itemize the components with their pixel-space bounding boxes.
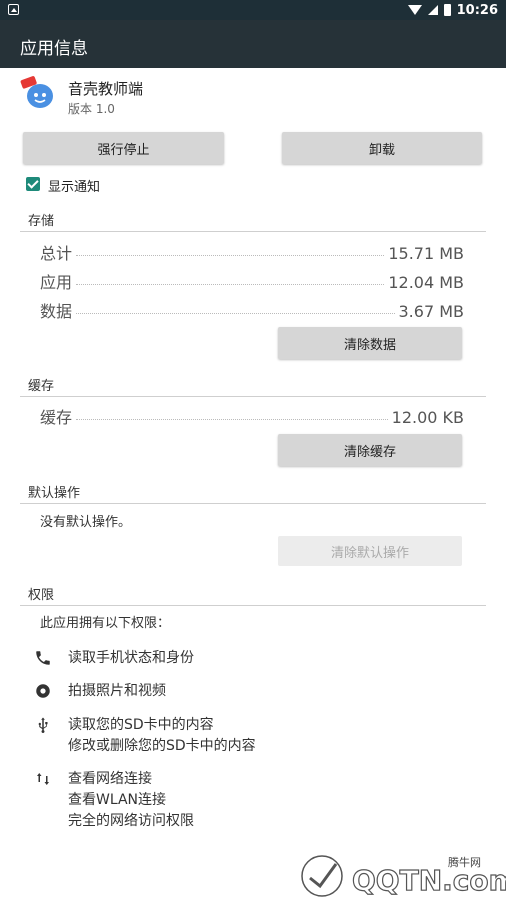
- watermark-text: 腾牛网: [448, 856, 481, 869]
- permission-text: 读取手机状态和身份: [68, 650, 194, 666]
- storage-total-value: 15.71 MB: [388, 244, 464, 263]
- clear-cache-button[interactable]: 清除缓存: [278, 434, 462, 466]
- show-notifications-checkbox[interactable]: [26, 177, 40, 191]
- camera-icon: [34, 682, 52, 700]
- leader-dots: [76, 313, 395, 314]
- cache-value: 12.00 KB: [391, 408, 464, 427]
- page-title: 应用信息: [20, 39, 88, 59]
- status-bar-indicators: 10:26: [407, 0, 498, 20]
- leader-dots: [76, 255, 385, 256]
- status-time: 10:26: [456, 2, 498, 18]
- storage-data-label: 数据: [40, 302, 73, 321]
- uninstall-button[interactable]: 卸载: [282, 132, 482, 164]
- battery-icon: [443, 4, 451, 16]
- permission-line: 读取您的SD卡中的内容: [68, 717, 214, 733]
- app-name: 音壳教师端: [68, 80, 144, 98]
- clear-data-button[interactable]: 清除数据: [278, 327, 462, 359]
- permissions-intro: 此应用拥有以下权限：: [40, 616, 171, 631]
- storage-total-label: 总计: [40, 244, 73, 263]
- force-stop-button[interactable]: 强行停止: [23, 132, 224, 164]
- app-bar: 应用信息: [0, 20, 506, 68]
- notification-image-icon: [8, 4, 19, 15]
- permission-line: 查看WLAN连接: [68, 792, 167, 808]
- storage-app-label: 应用: [40, 273, 73, 292]
- storage-row-total: 总计 15.71 MB: [40, 240, 464, 264]
- phone-icon: [34, 649, 52, 667]
- permissions-divider: [20, 605, 486, 606]
- storage-app-value: 12.04 MB: [388, 273, 464, 292]
- permission-text: 读取您的SD卡中的内容 修改或删除您的SD卡中的内容: [68, 715, 256, 757]
- permission-line: 修改或删除您的SD卡中的内容: [68, 738, 256, 754]
- wifi-icon: [407, 5, 422, 15]
- leader-dots: [76, 284, 385, 285]
- permission-text: 查看网络连接 查看WLAN连接 完全的网络访问权限: [68, 769, 194, 832]
- watermark-logo-text: QQTN.com: [352, 864, 506, 897]
- usb-icon: [34, 716, 52, 734]
- permission-line: 查看网络连接: [68, 771, 152, 787]
- app-version: 版本 1.0: [68, 102, 115, 116]
- cache-label: 缓存: [40, 408, 73, 427]
- network-arrows-icon: [34, 770, 52, 788]
- storage-data-value: 3.67 MB: [398, 302, 465, 321]
- clear-defaults-button: 清除默认操作: [278, 536, 462, 566]
- storage-header: 存储: [28, 214, 55, 229]
- no-defaults-text: 没有默认操作。: [40, 515, 132, 530]
- storage-row-app: 应用 12.04 MB: [40, 269, 464, 293]
- status-bar: 10:26: [0, 0, 506, 20]
- cache-row: 缓存 12.00 KB: [40, 404, 464, 428]
- cache-header: 缓存: [28, 379, 55, 394]
- storage-row-data: 数据 3.67 MB: [40, 298, 464, 322]
- permission-line: 完全的网络访问权限: [68, 813, 194, 829]
- storage-divider: [20, 231, 486, 232]
- app-icon: [20, 76, 53, 108]
- permission-text: 拍摄照片和视频: [68, 683, 166, 699]
- leader-dots: [76, 419, 388, 420]
- signal-icon: [427, 5, 438, 15]
- defaults-divider: [20, 503, 486, 504]
- defaults-header: 默认操作: [28, 486, 81, 501]
- cache-divider: [20, 396, 486, 397]
- permissions-header: 权限: [28, 588, 55, 603]
- show-notifications-label: 显示通知: [48, 180, 101, 195]
